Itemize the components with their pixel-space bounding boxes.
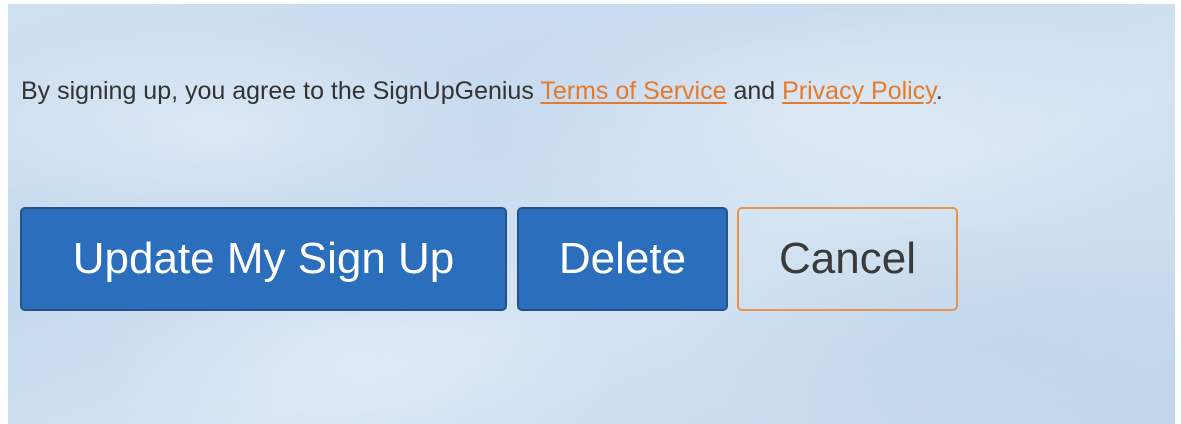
update-my-sign-up-button[interactable]: Update My Sign Up — [20, 207, 507, 311]
agreement-conjunction: and — [726, 77, 783, 105]
agreement-suffix: . — [935, 77, 943, 105]
delete-button[interactable]: Delete — [517, 207, 728, 311]
agreement-prefix: By signing up, you agree to the SignUpGe… — [21, 77, 541, 105]
terms-agreement-text: By signing up, you agree to the SignUpGe… — [21, 77, 943, 106]
privacy-policy-link[interactable]: Privacy Policy — [782, 77, 936, 105]
terms-of-service-link[interactable]: Terms of Service — [540, 77, 726, 105]
signup-confirmation-panel: By signing up, you agree to the SignUpGe… — [8, 4, 1175, 424]
cancel-button[interactable]: Cancel — [737, 207, 958, 311]
